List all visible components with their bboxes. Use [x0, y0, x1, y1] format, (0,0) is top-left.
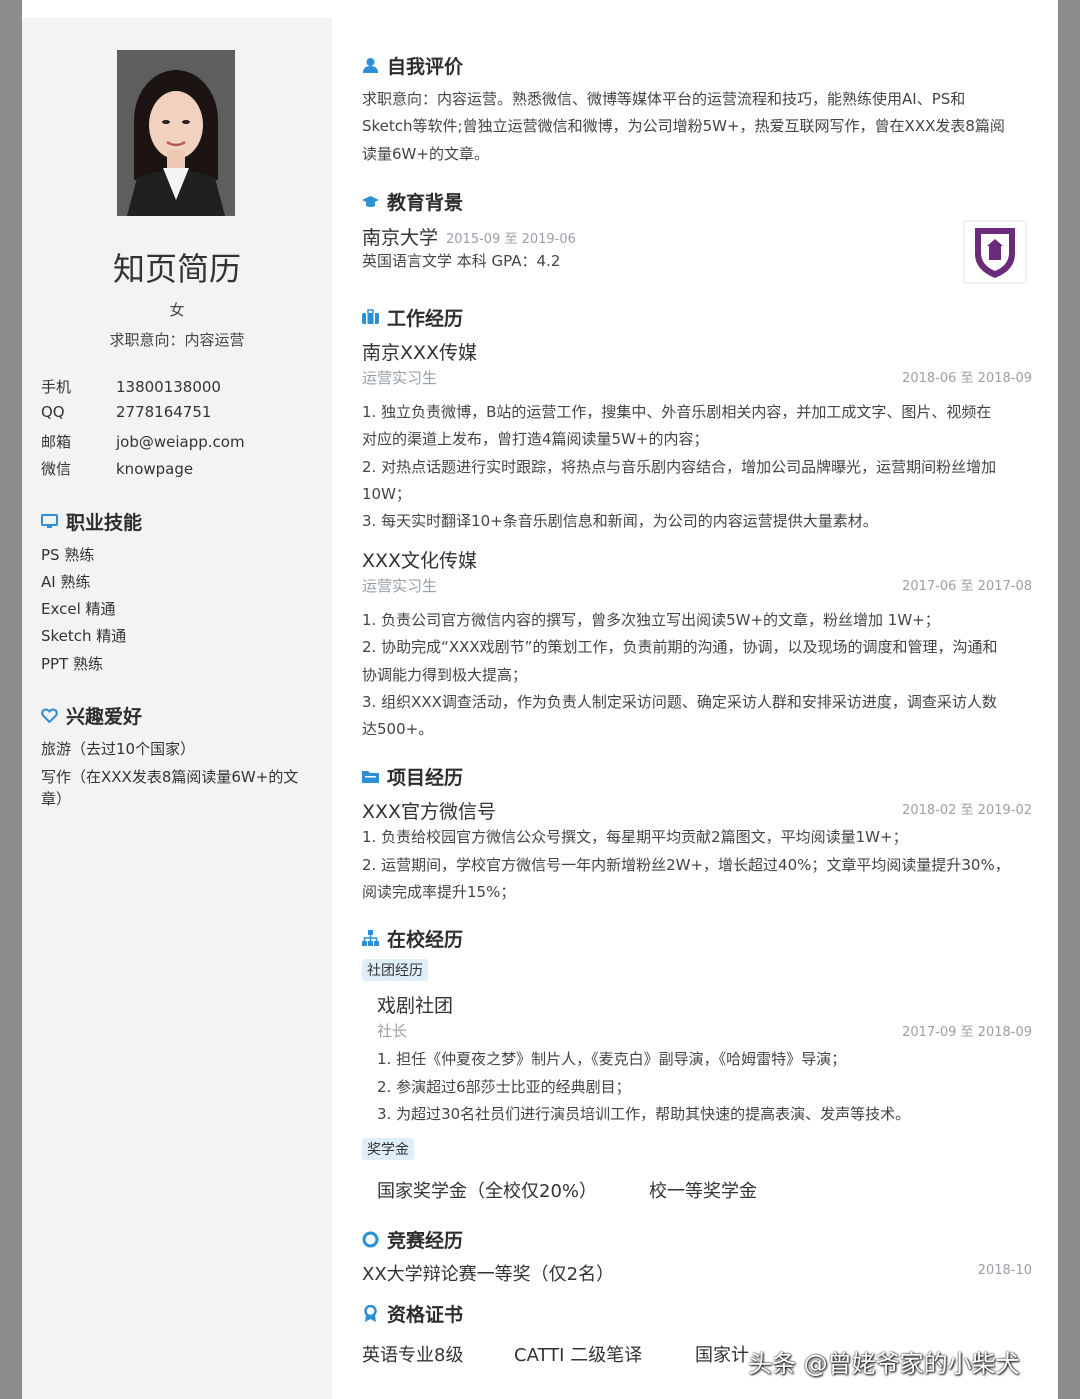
education-title: 教育背景 [387, 192, 464, 214]
job-line: 1. 负责公司官方微信内容的撰写，曾多次独立写出阅读5W+的文章，粉丝增加 1W… [362, 611, 940, 629]
contact-qq: QQ 2778164751 [41, 403, 211, 421]
candidate-gender: 女 [169, 301, 185, 319]
skill-item: AI 熟练 [41, 573, 91, 591]
job-org: 南京XXX传媒 [362, 342, 478, 364]
skill-item: PS 熟练 [41, 546, 95, 564]
hobbies-title: 兴趣爱好 [66, 706, 143, 728]
candidate-name: 知页简历 [112, 250, 241, 288]
self-eval-line: 求职意向：内容运营。熟悉微信、微博等媒体平台的运营流程和技巧，能熟练使用AI、P… [362, 90, 966, 108]
contact-label: 邮箱 [41, 433, 72, 451]
club-tag: 社团经历 [362, 959, 428, 981]
university-crest-logo [963, 220, 1027, 284]
job-date: 2018-06 至 2018-09 [902, 371, 1032, 386]
cert-item: CATTI 二级笔译 [514, 1345, 643, 1366]
scholarship-item: 国家奖学金（全校仅20%） [377, 1181, 598, 1202]
job-line: 10W； [362, 485, 411, 503]
project-line: 2. 运营期间，学校官方微信号一年内新增粉丝2W+，增长超过40%；文章平均阅读… [362, 856, 1010, 874]
competition-name: XX大学辩论赛一等奖（仅2名） [362, 1264, 615, 1285]
contact-label: 手机 [41, 378, 72, 396]
person-icon [362, 57, 379, 74]
contact-email: 邮箱 job@weiapp.com [41, 431, 245, 452]
club-date: 2017-09 至 2018-09 [902, 1025, 1032, 1040]
certs-heading: 资格证书 [362, 1300, 463, 1327]
contact-value: 13800138000 [116, 378, 221, 396]
job-line: 对应的渠道上发布，曾打造4篇阅读量5W+的内容； [362, 430, 709, 448]
club-role: 社长 [377, 1022, 408, 1040]
competition-date: 2018-10 [977, 1263, 1032, 1278]
contact-phone: 手机 13800138000 [41, 376, 221, 397]
skill-item: Sketch 精通 [41, 627, 127, 645]
hobby-item: 写作（在XXX发表8篇阅读量6W+的文 [41, 768, 299, 786]
education-detail: 英国语言文学 本科 GPA：4.2 [362, 252, 561, 270]
scholarship-tag: 奖学金 [362, 1138, 414, 1160]
folder-icon [362, 768, 379, 785]
job-role: 运营实习生 [362, 369, 438, 387]
contact-value: job@weiapp.com [116, 433, 245, 451]
scholarship-item: 校一等奖学金 [649, 1181, 757, 1202]
hobby-item: 章） [41, 790, 72, 808]
hobby-item: 旅游（去过10个国家） [41, 740, 196, 758]
skill-item: Excel 精通 [41, 600, 116, 618]
project-title: 项目经历 [387, 767, 464, 789]
job-role: 运营实习生 [362, 577, 438, 595]
job-org: XXX文化传媒 [362, 550, 478, 572]
profile-photo [117, 50, 235, 216]
contact-value: knowpage [116, 460, 194, 478]
work-title: 工作经历 [387, 308, 464, 330]
job-line: 3. 每天实时翻译10+条音乐剧信息和新闻，为公司的内容运营提供大量素材。 [362, 512, 878, 530]
education-date: 2015-09 至 2019-06 [446, 232, 576, 247]
club-line: 3. 为超过30名社员们进行演员培训工作，帮助其快速的提高表演、发声等技术。 [377, 1105, 911, 1123]
education-heading: 教育背景 [362, 188, 463, 215]
certs-title: 资格证书 [387, 1304, 464, 1326]
monitor-icon [41, 513, 58, 530]
sidebar: 知页简历 女 求职意向：内容运营 手机 13800138000 QQ 2778164… [22, 18, 332, 1399]
cert-item: 英语专业8级 [362, 1345, 464, 1366]
org-chart-icon [362, 930, 379, 947]
heart-icon [41, 707, 58, 724]
hobbies-heading: 兴趣爱好 [41, 702, 142, 729]
job-line: 2. 协助完成“XXX戏剧节”的策划工作，负责前期的沟通，协调，以及现场的调度和… [362, 638, 998, 656]
graduation-cap-icon [362, 193, 379, 210]
job-line: 2. 对热点话题进行实时跟踪，将热点与音乐剧内容结合，增加公司品牌曝光，运营期间… [362, 458, 997, 476]
self-eval-line: 读量6W+的文章。 [362, 145, 489, 163]
job-line: 1. 独立负责微博，B站的运营工作，搜集中、外音乐剧相关内容，并加工成文字、图片… [362, 403, 992, 421]
self-eval-line: Sketch等软件;曾独立运营微信和微博，为公司增粉5W+，热爱互联网写作，曾在… [362, 117, 1005, 135]
resume-page: 知页简历 女 求职意向：内容运营 手机 13800138000 QQ 2778164… [22, 0, 1058, 1399]
job-intent: 求职意向：内容运营 [109, 331, 245, 349]
main-content: 自我评价 求职意向：内容运营。熟悉微信、微博等媒体平台的运营流程和技巧，能熟练使… [362, 0, 1032, 1399]
club-line: 1. 担任《仲夏夜之梦》制片人，《麦克白》副导演，《哈姆雷特》导演； [377, 1050, 847, 1068]
contact-wechat: 微信 knowpage [41, 458, 193, 479]
self-eval-heading: 自我评价 [362, 52, 463, 79]
target-icon [362, 1231, 379, 1248]
club-line: 2. 参演超过6部莎士比亚的经典剧目； [377, 1078, 631, 1096]
self-eval-title: 自我评价 [387, 56, 464, 78]
job-line: 3. 组织XXX调查活动，作为负责人制定采访问题、确定采访人群和安排采访进度，调… [362, 693, 997, 711]
skills-heading: 职业技能 [41, 508, 142, 535]
job-line: 达500+。 [362, 720, 434, 738]
watermark: 头条 @曾姥爷家的小柴犬 [748, 1350, 1020, 1378]
project-line: 1. 负责给校园官方微信公众号撰文，每星期平均贡献2篇图文，平均阅读量1W+； [362, 828, 908, 846]
competition-title: 竞赛经历 [387, 1230, 464, 1252]
club-name: 戏剧社团 [377, 995, 454, 1017]
contact-label: QQ [41, 403, 65, 421]
work-heading: 工作经历 [362, 304, 463, 331]
project-name: XXX官方微信号 [362, 801, 497, 823]
campus-heading: 在校经历 [362, 925, 463, 952]
project-heading: 项目经历 [362, 763, 463, 790]
campus-title: 在校经历 [387, 929, 464, 951]
medal-icon [362, 1304, 379, 1322]
cert-item: 国家计 [695, 1345, 749, 1366]
skills-title: 职业技能 [66, 512, 143, 534]
job-date: 2017-06 至 2017-08 [902, 579, 1032, 594]
briefcase-icon [362, 309, 379, 326]
school-name: 南京大学 [362, 227, 439, 249]
competition-heading: 竞赛经历 [362, 1226, 463, 1253]
skill-item: PPT 熟练 [41, 655, 104, 673]
contact-label: 微信 [41, 460, 72, 478]
job-line: 协调能力得到极大提高； [362, 666, 528, 684]
contact-value: 2778164751 [116, 403, 212, 421]
project-line: 阅读完成率提升15%； [362, 883, 516, 901]
project-date: 2018-02 至 2019-02 [902, 803, 1032, 818]
